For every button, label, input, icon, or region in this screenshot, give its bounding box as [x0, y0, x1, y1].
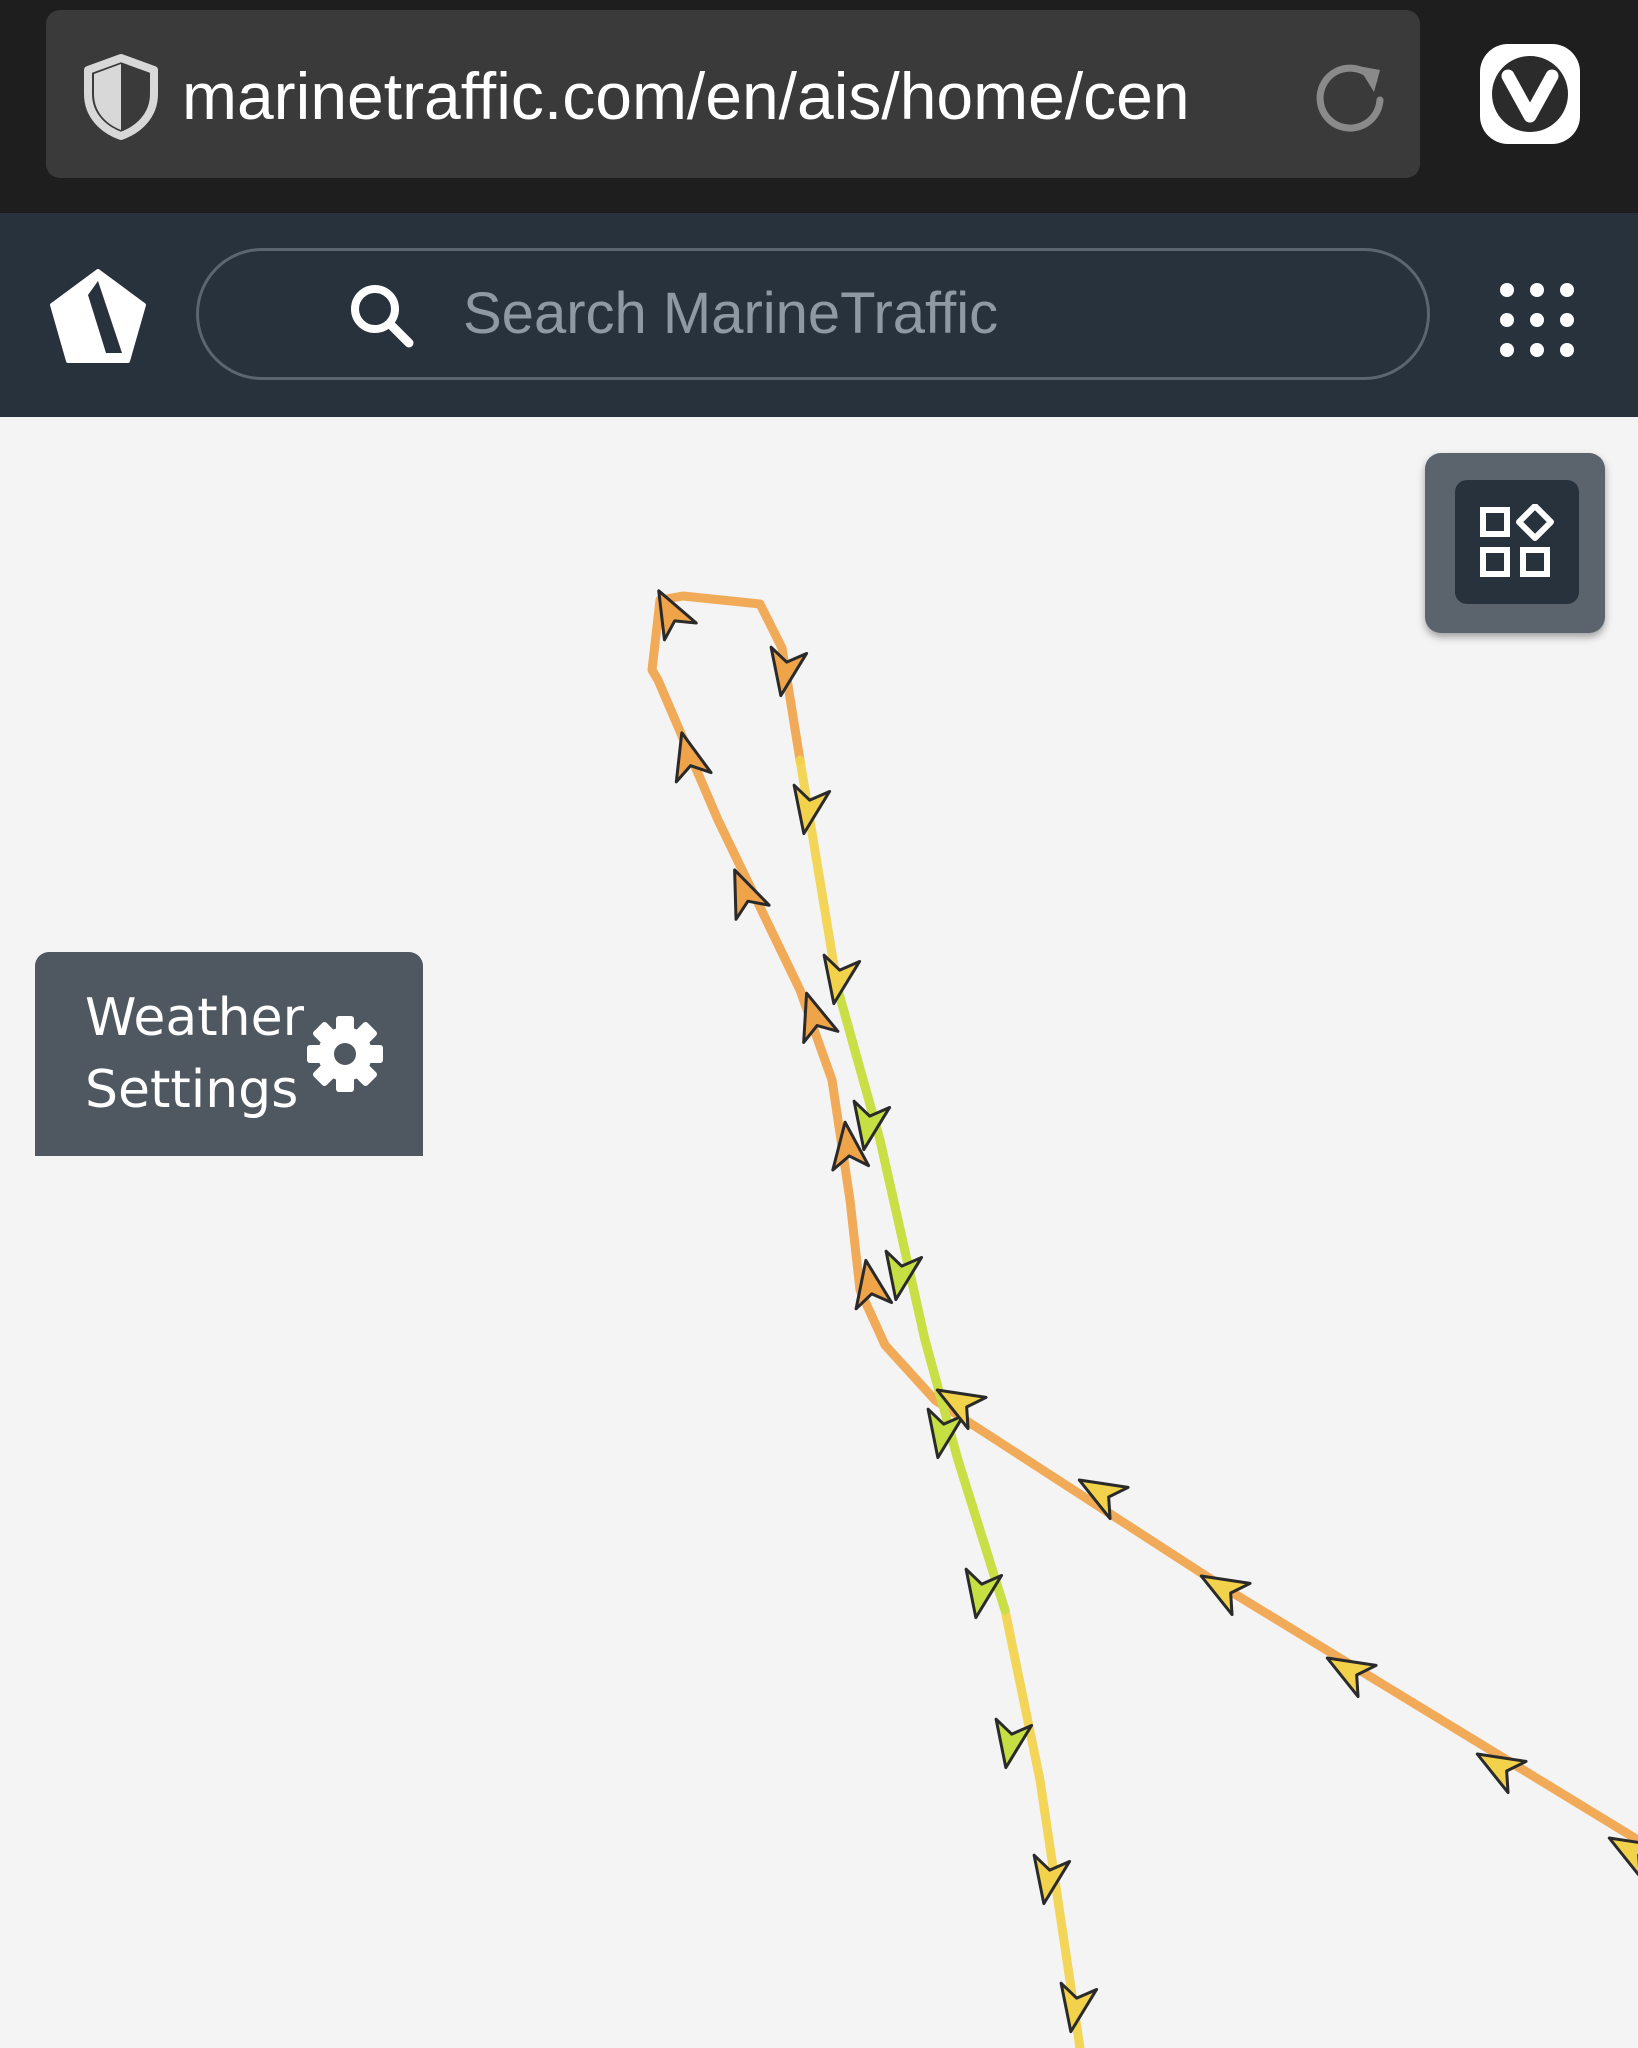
weather-label-line1: Weather	[85, 988, 304, 1048]
shield-icon[interactable]	[76, 50, 166, 140]
weather-settings-button[interactable]: Weather Settings	[35, 952, 423, 1156]
vessel-course-arrow[interactable]	[988, 1717, 1034, 1771]
weather-settings-label: Weather Settings	[85, 982, 305, 1126]
url-text[interactable]: marinetraffic.com/en/ais/home/cen	[182, 56, 1328, 136]
apps-icon[interactable]	[1496, 279, 1578, 361]
browser-toolbar: marinetraffic.com/en/ais/home/cen	[0, 0, 1638, 213]
layers-button[interactable]	[1425, 453, 1605, 633]
vessel-course-arrow[interactable]	[643, 582, 698, 642]
layers-button-inner	[1455, 480, 1579, 604]
logo-icon[interactable]	[48, 267, 148, 367]
search-icon[interactable]	[347, 281, 417, 351]
map[interactable]	[0, 417, 1638, 2048]
vessel-course-arrow[interactable]	[1026, 1853, 1072, 1907]
search-input[interactable]	[463, 277, 1363, 351]
weather-label-line2: Settings	[85, 1060, 299, 1120]
vivaldi-icon[interactable]	[1478, 42, 1582, 146]
search-bar[interactable]	[196, 248, 1430, 380]
app-header	[0, 213, 1638, 417]
gear-icon	[307, 1016, 383, 1092]
address-bar[interactable]: marinetraffic.com/en/ais/home/cen	[46, 10, 1420, 178]
reload-icon[interactable]	[1310, 56, 1390, 136]
page: marinetraffic.com/en/ais/home/cen Search…	[0, 0, 1638, 2048]
vessel-course-arrow[interactable]	[958, 1567, 1004, 1621]
vessel-tracks[interactable]	[0, 417, 1638, 2048]
layers-icon	[1480, 504, 1554, 577]
vessel-course-arrow[interactable]	[664, 728, 713, 784]
